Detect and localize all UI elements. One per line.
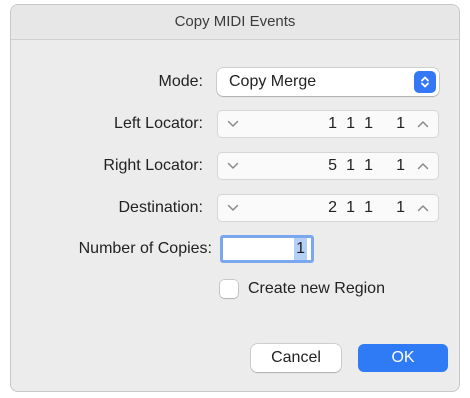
create-region-checkbox[interactable]	[220, 280, 238, 298]
destination-stepper[interactable]: 2 1 1 1	[217, 194, 439, 222]
chevron-down-icon[interactable]	[222, 111, 244, 137]
dialog-title: Copy MIDI Events	[11, 5, 459, 40]
destination-bar[interactable]: 2	[328, 195, 337, 221]
copy-midi-events-dialog: Copy MIDI Events Mode: Copy Merge Left L…	[10, 4, 460, 392]
cancel-button[interactable]: Cancel	[251, 344, 341, 372]
chevron-up-down-icon	[414, 71, 436, 93]
ok-button[interactable]: OK	[358, 344, 448, 372]
left-locator-division[interactable]: 1	[364, 111, 373, 137]
chevron-up-icon[interactable]	[412, 195, 434, 221]
copies-row: Number of Copies: 1	[11, 235, 459, 263]
left-locator-tick[interactable]: 1	[396, 111, 405, 137]
left-locator-beat[interactable]: 1	[346, 111, 355, 137]
right-locator-bar[interactable]: 5	[328, 153, 337, 179]
copies-label: Number of Copies:	[78, 240, 212, 257]
left-locator-bar[interactable]: 1	[328, 111, 337, 137]
destination-label: Destination:	[118, 199, 204, 216]
right-locator-division[interactable]: 1	[364, 153, 373, 179]
destination-beat[interactable]: 1	[346, 195, 355, 221]
destination-row: Destination: 2 1 1 1	[11, 194, 459, 222]
destination-tick[interactable]: 1	[396, 195, 405, 221]
right-locator-beat[interactable]: 1	[346, 153, 355, 179]
copies-value: 1	[294, 238, 307, 260]
mode-popup[interactable]: Copy Merge	[217, 68, 439, 96]
chevron-down-icon[interactable]	[222, 195, 244, 221]
copies-input[interactable]: 1	[220, 235, 314, 263]
chevron-up-icon[interactable]	[412, 153, 434, 179]
chevron-down-icon[interactable]	[222, 153, 244, 179]
left-locator-row: Left Locator: 1 1 1 1	[11, 110, 459, 138]
mode-row: Mode: Copy Merge	[11, 68, 459, 96]
mode-label: Mode:	[158, 73, 203, 90]
left-locator-label: Left Locator:	[114, 115, 203, 132]
chevron-up-icon[interactable]	[412, 111, 434, 137]
right-locator-label: Right Locator:	[103, 157, 203, 174]
right-locator-row: Right Locator: 5 1 1 1	[11, 152, 459, 180]
right-locator-tick[interactable]: 1	[396, 153, 405, 179]
destination-division[interactable]: 1	[364, 195, 373, 221]
right-locator-stepper[interactable]: 5 1 1 1	[217, 152, 439, 180]
mode-value: Copy Merge	[229, 73, 317, 90]
create-region-label[interactable]: Create new Region	[248, 279, 385, 299]
left-locator-stepper[interactable]: 1 1 1 1	[217, 110, 439, 138]
